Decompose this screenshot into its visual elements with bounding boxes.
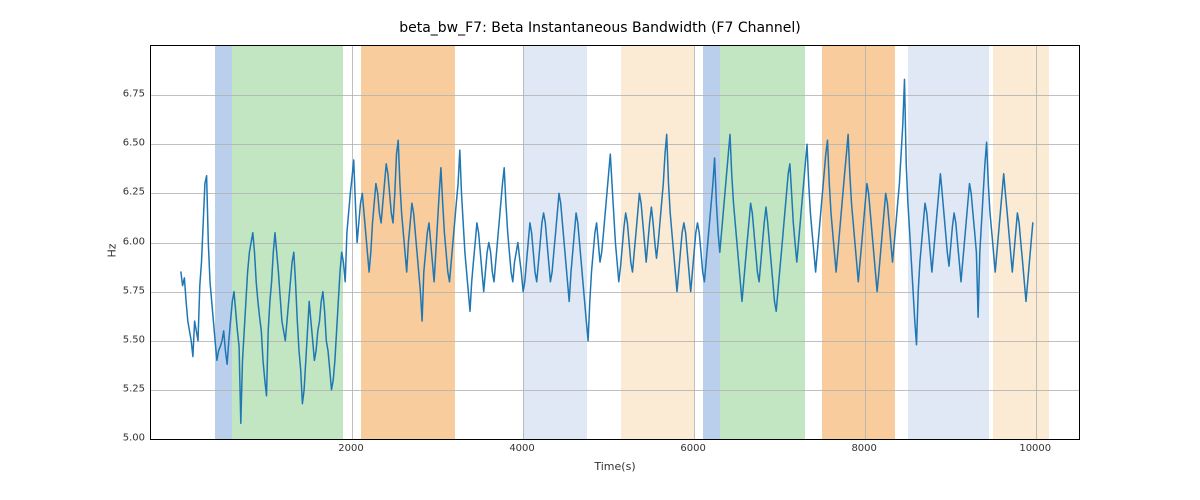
y-tick-label: 5.50 (105, 334, 145, 345)
y-tick-label: 6.50 (105, 138, 145, 149)
chart-title: beta_bw_F7: Beta Instantaneous Bandwidth… (0, 20, 1200, 36)
figure: beta_bw_F7: Beta Instantaneous Bandwidth… (0, 0, 1200, 500)
line-svg (151, 46, 1079, 439)
y-tick-label: 6.75 (105, 89, 145, 100)
y-axis-label-container: Hz (102, 0, 122, 500)
x-axis-label: Time(s) (150, 460, 1080, 473)
plot-area (151, 46, 1079, 439)
y-tick-label: 6.00 (105, 236, 145, 247)
x-tick-label: 6000 (680, 443, 705, 454)
y-tick-label: 5.25 (105, 383, 145, 394)
axes (150, 45, 1080, 440)
series-line (181, 79, 1033, 423)
x-tick-label: 10000 (1019, 443, 1051, 454)
y-tick-label: 5.00 (105, 433, 145, 444)
x-tick-label: 4000 (509, 443, 534, 454)
y-tick-label: 5.75 (105, 285, 145, 296)
y-tick-label: 6.25 (105, 187, 145, 198)
x-tick-label: 2000 (338, 443, 363, 454)
x-tick-label: 8000 (851, 443, 876, 454)
